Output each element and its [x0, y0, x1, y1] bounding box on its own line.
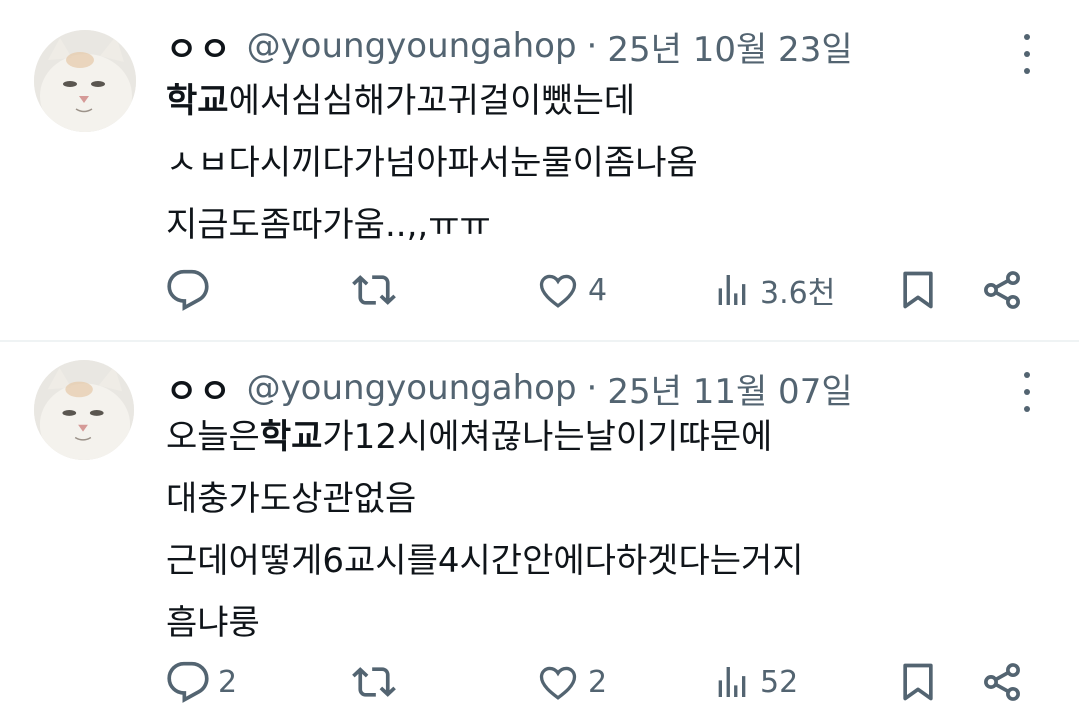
view-count: 3.6천: [760, 276, 836, 311]
line-text: ㅅㅂ다시끼다가넘아파서눈물이좀나옴: [166, 143, 698, 183]
tweet-line: 근데어떻게6교시를4시간안에다하겟다는거지: [166, 530, 804, 592]
tweet-header: ㅇㅇ @youngyoungahop · 25년 10월 23일: [166, 22, 853, 71]
user-handle[interactable]: @youngyoungahop: [247, 26, 577, 66]
cat-avatar-image: [34, 360, 134, 460]
line-text: 지금도좀따가움..,,ㅠㅠ: [166, 205, 491, 245]
tweet-line: 학교에서심심해가꼬귀걸이뺐는데: [166, 70, 698, 132]
more-icon[interactable]: [1015, 34, 1039, 74]
like-count: 2: [588, 664, 608, 700]
views-button[interactable]: 3.6천: [712, 265, 835, 315]
tweet-text: 오늘은학교가12시에쳐끊나는날이기땨문에 대충가도상관없음 근데어떻게6교시를4…: [166, 406, 804, 654]
line-text: 대충가도상관없음: [166, 479, 417, 519]
repost-button[interactable]: [352, 657, 404, 707]
repost-icon: [352, 667, 396, 697]
line-text: 근데어떻게6교시를4시간안에다하겟다는거지: [166, 541, 804, 581]
tweet-text: 학교에서심심해가꼬귀걸이뺐는데 ㅅㅂ다시끼다가넘아파서눈물이좀나옴 지금도좀따가…: [166, 70, 698, 256]
avatar[interactable]: [34, 360, 134, 460]
line-prefix: 오늘은: [166, 417, 260, 457]
tweet-date[interactable]: 25년 10월 23일: [607, 22, 852, 71]
separator-dot: ·: [586, 368, 598, 408]
heart-icon: [539, 274, 577, 308]
bookmark-icon: [903, 271, 933, 309]
heart-icon: [539, 666, 577, 700]
display-name[interactable]: ㅇㅇ: [166, 22, 233, 71]
views-icon: [718, 275, 746, 305]
views-button[interactable]: 52: [712, 657, 798, 707]
tweet[interactable]: ㅇㅇ @youngyoungahop · 25년 10월 23일 학교에서심심해…: [0, 0, 1079, 340]
tweet-actions: 2 2 52: [166, 657, 1046, 707]
user-handle[interactable]: @youngyoungahop: [247, 368, 577, 408]
bookmark-icon: [903, 663, 933, 701]
tweet-header: ㅇㅇ @youngyoungahop · 25년 11월 07일: [166, 366, 853, 412]
tweet-line: 대충가도상관없음: [166, 468, 804, 530]
line-text: 가12시에쳐끊나는날이기땨문에: [322, 417, 773, 457]
tweet[interactable]: ㅇㅇ @youngyoungahop · 25년 11월 07일 오늘은학교가1…: [0, 342, 1079, 720]
separator-dot: ·: [586, 26, 598, 66]
repost-icon: [352, 275, 396, 305]
line-text: 흠냐룽: [166, 603, 260, 643]
like-button[interactable]: 2: [536, 657, 607, 707]
view-count: 52: [760, 664, 799, 700]
share-icon: [984, 271, 1020, 309]
avatar[interactable]: [34, 30, 136, 132]
reply-button[interactable]: 2: [166, 657, 237, 707]
like-count: 4: [588, 272, 608, 308]
like-button[interactable]: 4: [536, 265, 607, 315]
reply-button[interactable]: [166, 265, 218, 315]
tweet-line: 흠냐룽: [166, 592, 804, 654]
tweet-line: 오늘은학교가12시에쳐끊나는날이기땨문에: [166, 406, 804, 468]
tweet-line: ㅅㅂ다시끼다가넘아파서눈물이좀나옴: [166, 132, 698, 194]
views-icon: [718, 667, 746, 697]
cat-avatar-image: [34, 30, 136, 132]
bookmark-button[interactable]: [896, 657, 940, 707]
bold-word: 학교: [259, 417, 323, 457]
more-icon[interactable]: [1015, 372, 1039, 412]
reply-count: 2: [218, 664, 238, 700]
line-text: 에서심심해가꼬귀걸이뺐는데: [228, 81, 636, 121]
tweet-line: 지금도좀따가움..,,ㅠㅠ: [166, 194, 698, 256]
bookmark-button[interactable]: [896, 265, 940, 315]
share-icon: [984, 663, 1020, 701]
tweet-actions: 4 3.6천: [166, 265, 1046, 315]
share-button[interactable]: [980, 657, 1024, 707]
reply-icon: [167, 269, 209, 311]
reply-icon: [167, 661, 209, 703]
bold-word: 학교: [166, 81, 229, 121]
repost-button[interactable]: [352, 265, 404, 315]
share-button[interactable]: [980, 265, 1024, 315]
